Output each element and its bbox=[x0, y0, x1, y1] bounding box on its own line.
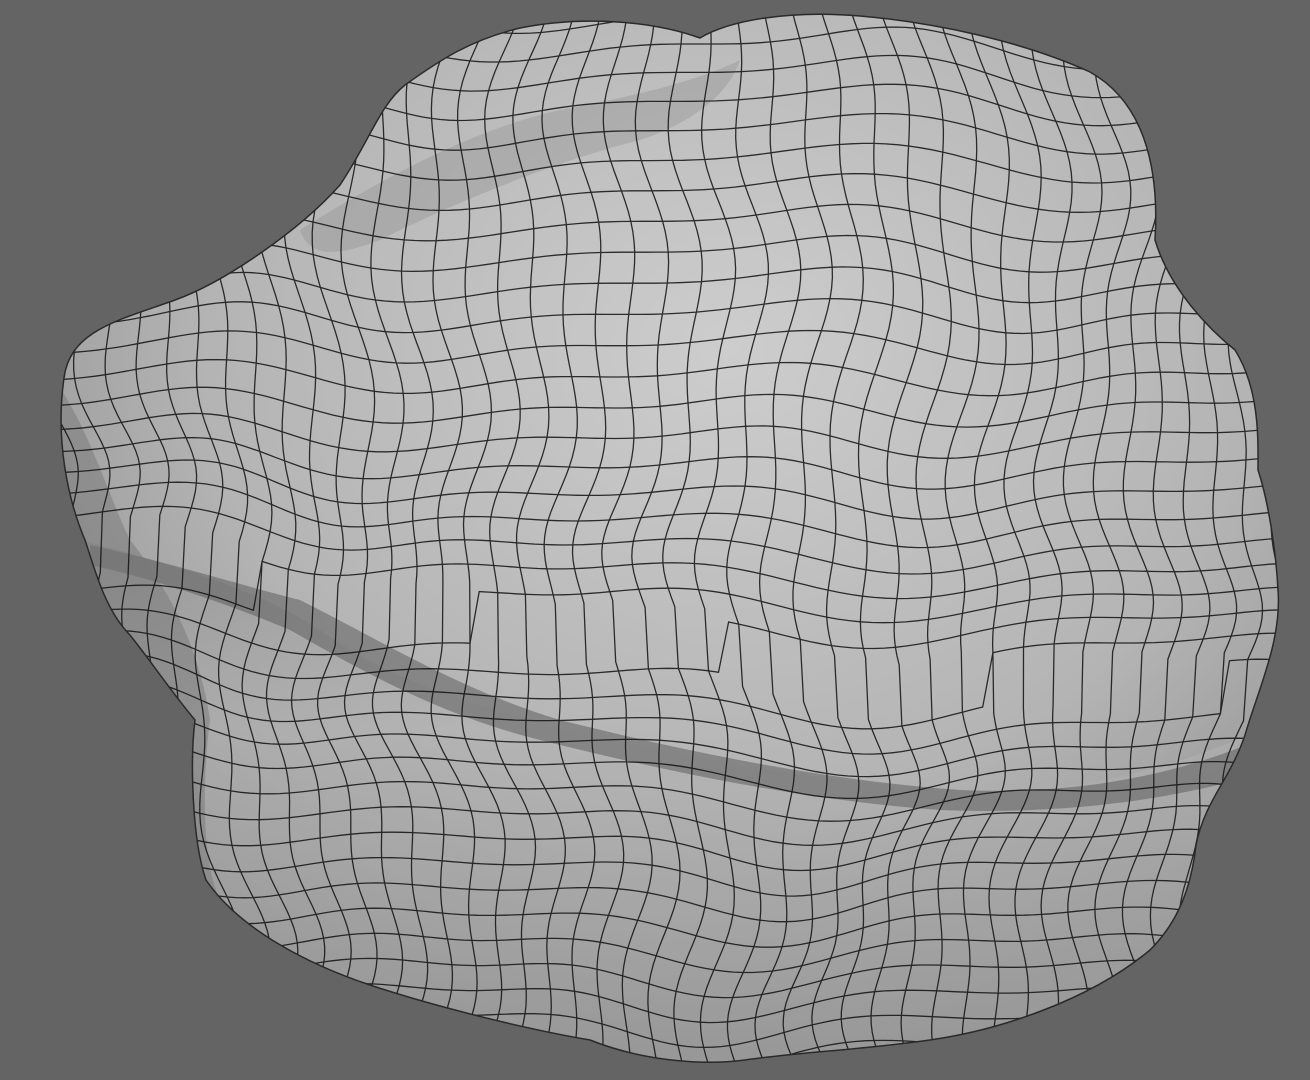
viewport-canvas[interactable] bbox=[0, 0, 1310, 1080]
wireframe-edge bbox=[61, 14, 70, 1063]
wireframe-edge bbox=[0, 3, 37, 1079]
wireframe-edge bbox=[1292, 0, 1310, 1080]
wireframe-edge bbox=[0, 1072, 1310, 1080]
wireframe-edge bbox=[0, 3, 3, 1072]
wireframe-edge bbox=[0, 0, 1310, 3]
3d-viewport[interactable] bbox=[0, 0, 1310, 1080]
